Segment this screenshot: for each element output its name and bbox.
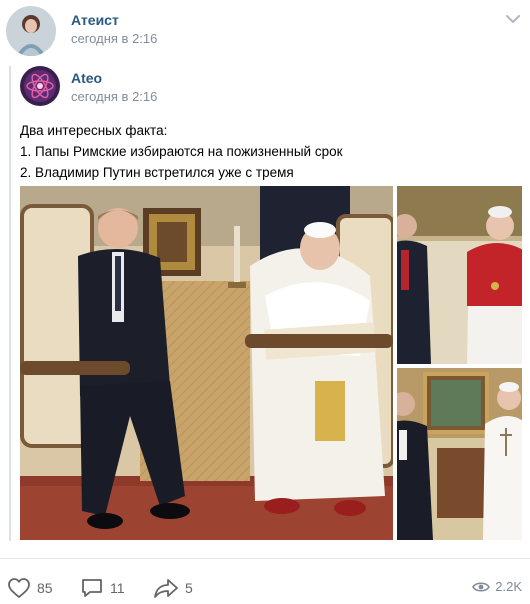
share-icon (154, 579, 178, 598)
author-avatar[interactable] (6, 6, 56, 56)
author-name[interactable]: Атеист (71, 12, 119, 28)
like-button[interactable]: 85 (7, 577, 53, 599)
repost-time[interactable]: сегодня в 2:16 (71, 89, 157, 104)
wall-post: Атеист сегодня в 2:16 Ateo сегодня в 2:1… (0, 0, 530, 604)
share-button[interactable]: 5 (153, 577, 193, 599)
post-text: Два интересных факта: 1. Папы Римские из… (20, 120, 343, 183)
photo-putin-pope-john-paul[interactable] (20, 186, 393, 540)
comment-count: 11 (110, 580, 125, 596)
post-text-line: 1. Папы Римские избираются на пожизненны… (20, 144, 343, 159)
heart-icon (8, 578, 30, 598)
like-count: 85 (37, 580, 53, 596)
repost-line (9, 66, 11, 541)
repost-author-name[interactable]: Ateo (71, 70, 102, 86)
eye-icon (472, 581, 491, 592)
photo-putin-pope-benedict[interactable] (397, 186, 522, 364)
comment-button[interactable]: 11 (80, 577, 125, 599)
views-counter: 2.2K (472, 579, 522, 594)
post-text-line: 2. Владимир Путин встретился уже с тремя (20, 165, 294, 180)
footer-divider (0, 558, 530, 559)
post-text-line: Два интересных факта: (20, 123, 168, 138)
photo-putin-pope-francis[interactable] (397, 368, 522, 540)
repost-author-avatar[interactable] (20, 66, 60, 106)
comment-icon (82, 579, 102, 597)
chevron-down-icon[interactable] (505, 13, 521, 25)
views-count: 2.2K (495, 579, 522, 594)
post-time[interactable]: сегодня в 2:16 (71, 31, 157, 46)
share-count: 5 (185, 580, 193, 596)
